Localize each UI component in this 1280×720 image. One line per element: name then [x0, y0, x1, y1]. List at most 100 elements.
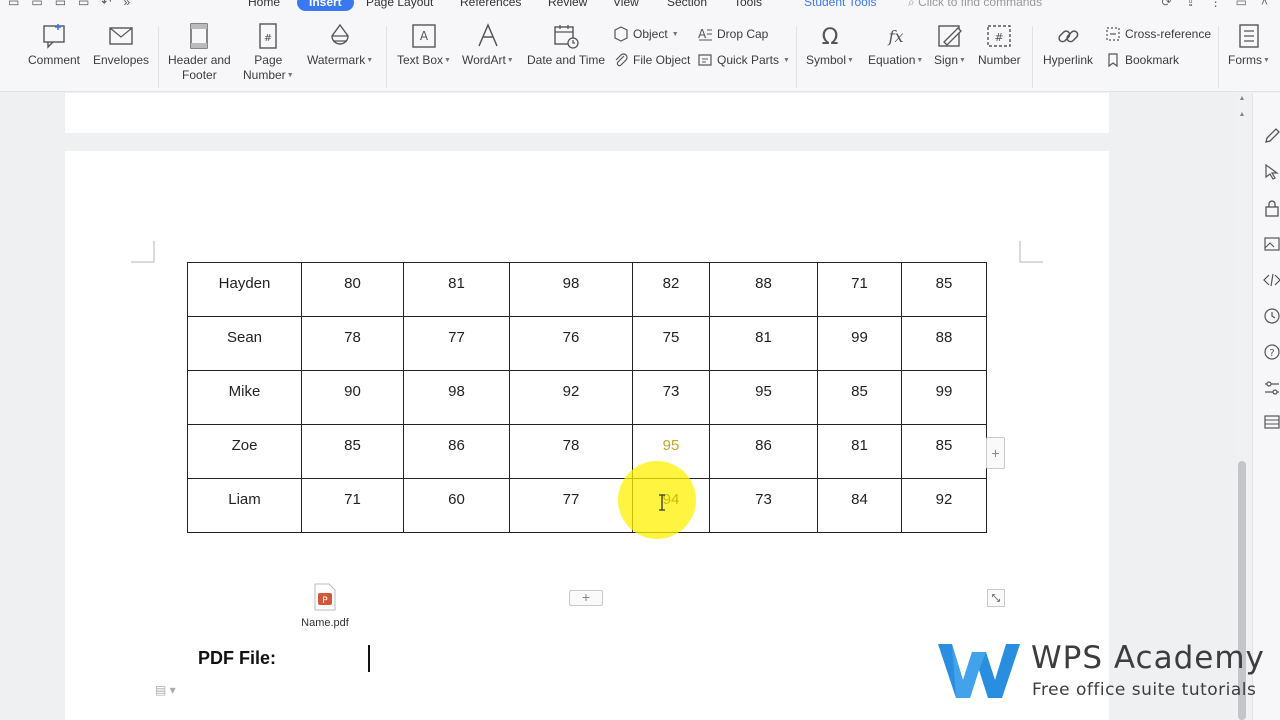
score-cell[interactable]: 92 [509, 370, 633, 425]
collapse-icon[interactable]: ˄ [1261, 0, 1268, 9]
sign-button[interactable]: Sign▼ [934, 22, 966, 68]
paragraph-options-icon[interactable]: ▤ ▾ [155, 683, 176, 697]
object-button[interactable]: Object ▼ [613, 26, 679, 42]
tab-page-layout[interactable]: Page Layout [366, 0, 433, 9]
comment-panel-icon[interactable]: ▭ [1236, 0, 1247, 9]
more-icon[interactable]: » [123, 0, 130, 9]
tab-insert[interactable]: Insert [297, 0, 354, 11]
comment-button[interactable]: Comment [28, 22, 80, 68]
table-resize-handle[interactable] [987, 589, 1005, 607]
score-cell[interactable]: 76 [509, 316, 633, 371]
code-icon[interactable] [1263, 271, 1280, 289]
sync-icon[interactable]: ⟳ [1162, 0, 1172, 9]
score-cell[interactable]: 86 [709, 424, 818, 479]
score-cell[interactable]: 75 [632, 316, 710, 371]
score-cell[interactable]: 71 [817, 262, 902, 317]
number-button[interactable]: # Number [978, 22, 1021, 68]
score-cell[interactable]: 82 [632, 262, 710, 317]
score-cell[interactable]: 84 [817, 478, 902, 533]
score-cell[interactable]: 77 [509, 478, 633, 533]
document-canvas[interactable]: Hayden 80 81 98 82 88 71 85 Sean 78 77 76 75 81 99 88 Mi… [0, 93, 1236, 720]
lock-icon[interactable] [1263, 199, 1280, 217]
print-preview-icon[interactable]: ▭ [78, 0, 89, 9]
score-cell[interactable]: 78 [301, 316, 404, 371]
file-object-button[interactable]: File Object [613, 52, 690, 68]
tab-student-tools[interactable]: Student Tools [804, 0, 877, 9]
table-row[interactable]: Zoe 85 86 78 95 86 81 85 [187, 424, 987, 479]
find-commands-search[interactable]: ⌕ Click to find commands [908, 0, 1042, 10]
score-cell[interactable]: 88 [709, 262, 818, 317]
score-cell[interactable]: 88 [901, 316, 987, 371]
score-cell[interactable]: 98 [509, 262, 633, 317]
help-icon[interactable]: ? [1263, 343, 1280, 361]
student-name-cell[interactable]: Mike [187, 370, 302, 425]
score-cell[interactable]: 81 [709, 316, 818, 371]
score-cell[interactable]: 78 [509, 424, 633, 479]
score-cell[interactable]: 86 [403, 424, 510, 479]
score-cell[interactable]: 71 [301, 478, 404, 533]
edit-pen-icon[interactable] [1263, 127, 1280, 145]
student-name-cell[interactable]: Hayden [187, 262, 302, 317]
student-name-cell[interactable]: Zoe [187, 424, 302, 479]
settings-sliders-icon[interactable] [1263, 379, 1280, 397]
watermark-button[interactable]: Watermark▼ [307, 22, 373, 68]
date-time-button[interactable]: Date and Time [527, 22, 605, 68]
score-cell[interactable]: 92 [901, 478, 987, 533]
tab-view[interactable]: View [613, 0, 639, 9]
score-cell[interactable]: 99 [901, 370, 987, 425]
score-cell[interactable]: 77 [403, 316, 510, 371]
tab-home[interactable]: Home [248, 0, 280, 9]
cross-reference-button[interactable]: Cross-reference [1105, 26, 1211, 42]
symbol-button[interactable]: Ω Symbol▼ [806, 22, 854, 68]
add-column-button[interactable]: + [569, 590, 603, 606]
score-cell[interactable]: 95 [709, 370, 818, 425]
table-row[interactable]: Liam71607794738492 [187, 478, 987, 533]
forms-button[interactable]: Forms▼ [1228, 22, 1270, 68]
image-edit-icon[interactable] [1263, 235, 1280, 253]
wordart-button[interactable]: WordArt▼ [462, 22, 514, 68]
score-cell[interactable]: 90 [301, 370, 404, 425]
score-cell[interactable]: 85 [817, 370, 902, 425]
tab-section[interactable]: Section [667, 0, 707, 9]
score-cell[interactable]: 81 [817, 424, 902, 479]
document-page[interactable]: Hayden 80 81 98 82 88 71 85 Sean 78 77 76 75 81 99 88 Mi… [65, 151, 1109, 720]
table-row[interactable]: Hayden 80 81 98 82 88 71 85 [187, 262, 987, 317]
open-icon[interactable]: ▭ [8, 0, 19, 9]
share-icon[interactable]: ⇪ [1186, 0, 1196, 9]
score-cell[interactable]: 99 [817, 316, 902, 371]
score-cell[interactable]: 98 [403, 370, 510, 425]
score-cell[interactable]: 85 [901, 262, 987, 317]
print-icon[interactable]: ▭ [55, 0, 66, 9]
undo-icon[interactable]: ↶ [101, 0, 111, 9]
panel-list-icon[interactable] [1263, 413, 1280, 431]
tab-tools[interactable]: Tools [734, 0, 762, 9]
equation-button[interactable]: fx Equation▼ [868, 22, 923, 68]
score-cell[interactable]: 60 [403, 478, 510, 533]
save-icon[interactable]: ▭ [31, 0, 42, 9]
score-cell[interactable]: 85 [901, 424, 987, 479]
scroll-up-arrow-icon[interactable]: ▲ [1238, 111, 1246, 118]
text-box-button[interactable]: A Text Box▼ [397, 22, 451, 68]
header-footer-button[interactable]: Header and Footer [168, 22, 231, 83]
more-options-icon[interactable]: ⋮ [1210, 0, 1222, 9]
page-number-button[interactable]: # Page Number▼ [243, 22, 294, 83]
select-pointer-icon[interactable] [1263, 163, 1280, 181]
score-cell[interactable]: 73 [709, 478, 818, 533]
tab-references[interactable]: References [460, 0, 521, 9]
pdf-attachment[interactable]: P Name.pdf [295, 583, 355, 629]
envelopes-button[interactable]: Envelopes [93, 22, 149, 68]
hyperlink-button[interactable]: Hyperlink [1043, 22, 1093, 68]
student-name-cell[interactable]: Sean [187, 316, 302, 371]
vertical-scrollbar[interactable]: ▲ ▲ [1236, 93, 1248, 720]
scores-table[interactable]: Hayden 80 81 98 82 88 71 85 Sean 78 77 76 75 81 99 88 Mi… [187, 262, 987, 533]
drop-cap-button[interactable]: A Drop Cap [697, 26, 768, 42]
table-row[interactable]: Mike 90 98 92 73 95 85 99 [187, 370, 987, 425]
score-cell[interactable]: 81 [403, 262, 510, 317]
history-icon[interactable] [1263, 307, 1280, 325]
score-cell[interactable]: 73 [632, 370, 710, 425]
scroll-up-arrow-icon[interactable]: ▲ [1238, 95, 1246, 102]
score-cell[interactable]: 80 [301, 262, 404, 317]
quick-parts-button[interactable]: Quick Parts ▼ [697, 52, 790, 68]
add-row-button[interactable]: + [986, 437, 1005, 469]
student-name-cell[interactable]: Liam [187, 478, 302, 533]
